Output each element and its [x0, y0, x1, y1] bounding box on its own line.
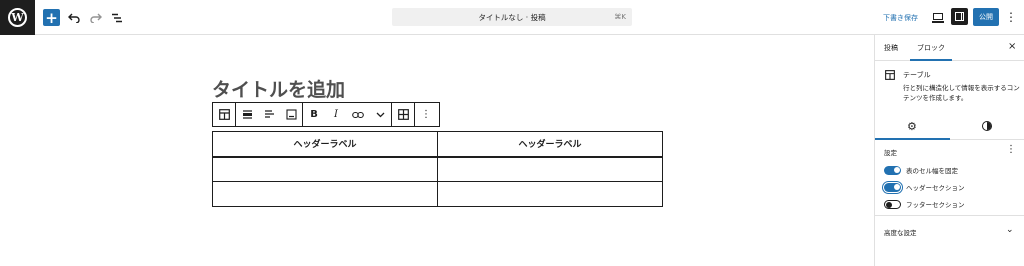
redo-icon — [90, 13, 102, 23]
data-table: ヘッダーラベル ヘッダーラベル — [212, 131, 663, 207]
block-inserter-button[interactable]: + — [43, 8, 60, 27]
vertical-ellipsis-icon: ⋮ — [421, 109, 431, 120]
link-icon — [352, 111, 364, 118]
block-card-description: 行と列に構造化して情報を表示するコンテンツを作成します。 — [903, 84, 1020, 102]
document-title: タイトルなし · 投稿 — [478, 12, 546, 22]
header-section-toggle[interactable] — [884, 182, 901, 192]
active-tab-indicator — [910, 59, 952, 61]
table-cell[interactable] — [212, 156, 438, 182]
undo-button[interactable] — [65, 9, 83, 27]
italic-button[interactable]: I — [325, 103, 347, 126]
inspector-tabs: ⚙ — [875, 115, 1024, 140]
close-icon: × — [1008, 41, 1017, 52]
block-toolbar: B I ⋮ — [212, 102, 440, 127]
chevron-down-icon: ⌄ — [1006, 225, 1014, 235]
editor-header: W + タイトルなし · 投稿 ⌘K 下書き保存 公開 ⋮ — [0, 0, 1024, 35]
bold-button[interactable]: B — [303, 103, 325, 126]
settings-sidebar: 投稿 ブロック × テーブル 行と列に構造化して情報を表示するコンテンツを作成し… — [874, 35, 1024, 266]
column-alignment-button[interactable] — [258, 103, 280, 126]
toggle-label: フッターセクション — [906, 201, 965, 209]
formatting-group: B I — [303, 103, 392, 126]
settings-options-button[interactable]: ⋮ — [1006, 144, 1016, 155]
wordpress-logo-button[interactable]: W — [0, 0, 35, 35]
toggle-label: 表のセル幅を固定 — [906, 167, 958, 175]
settings-panel-heading: 設定 — [884, 149, 897, 157]
table-block[interactable]: ヘッダーラベル ヘッダーラベル — [212, 131, 663, 207]
table-header-row: ヘッダーラベル ヘッダーラベル — [212, 131, 663, 158]
table-header-cell[interactable]: ヘッダーラベル — [437, 131, 663, 158]
wordpress-logo-icon: W — [8, 8, 27, 27]
block-card-title: テーブル — [903, 71, 931, 79]
footer-section-toggle[interactable] — [884, 199, 901, 209]
block-options-button[interactable]: ⋮ — [415, 103, 437, 126]
settings-sidebar-toggle[interactable] — [951, 8, 968, 25]
footer-section-toggle-row: フッターセクション — [884, 199, 965, 209]
block-type-button[interactable] — [213, 103, 235, 126]
undo-icon — [68, 13, 80, 23]
edit-table-button[interactable] — [392, 103, 414, 126]
command-palette-bar[interactable]: タイトルなし · 投稿 ⌘K — [392, 8, 632, 26]
edit-table-icon — [397, 109, 409, 120]
command-shortcut: ⌘K — [614, 13, 626, 21]
tab-post[interactable]: 投稿 — [884, 43, 898, 53]
caption-button[interactable] — [280, 103, 302, 126]
table-cell[interactable] — [437, 156, 663, 182]
header-section-toggle-row: ヘッダーセクション — [884, 182, 965, 192]
align-button[interactable] — [236, 103, 258, 126]
fixed-width-toggle-row: 表のセル幅を固定 — [884, 165, 958, 175]
close-sidebar-button[interactable]: × — [1008, 41, 1016, 52]
table-icon — [885, 70, 895, 80]
preview-device-button[interactable] — [931, 10, 945, 24]
post-title-input[interactable]: タイトルを追加 — [212, 75, 345, 102]
link-button[interactable] — [347, 103, 369, 126]
options-menu-button[interactable]: ⋮ — [1005, 9, 1017, 25]
tab-block[interactable]: ブロック — [917, 43, 945, 53]
bold-icon: B — [310, 109, 318, 120]
align-icon — [242, 110, 252, 119]
justify-icon — [264, 110, 274, 118]
table-row — [212, 156, 663, 182]
table-cell[interactable] — [212, 181, 438, 207]
document-overview-button[interactable] — [108, 9, 126, 27]
caption-icon — [285, 109, 297, 120]
tab-styles[interactable] — [982, 121, 992, 131]
more-rich-text-button[interactable] — [369, 103, 391, 126]
plus-icon: + — [45, 8, 58, 27]
table-header-cell[interactable]: ヘッダーラベル — [212, 131, 438, 158]
italic-icon: I — [334, 109, 338, 120]
publish-button[interactable]: 公開 — [973, 8, 999, 26]
options-group: ⋮ — [415, 103, 437, 126]
block-type-group — [213, 103, 236, 126]
sidebar-icon — [955, 12, 964, 21]
vertical-ellipsis-icon: ⋮ — [1005, 10, 1017, 24]
tab-settings[interactable]: ⚙ — [907, 120, 917, 133]
gear-icon: ⚙ — [907, 120, 917, 133]
advanced-panel-toggle[interactable]: 高度な設定 ⌄ — [875, 215, 1024, 243]
chevron-down-icon — [376, 112, 384, 117]
sidebar-tabs: 投稿 ブロック × — [875, 35, 1024, 61]
fixed-width-toggle[interactable] — [884, 165, 901, 175]
list-view-icon — [112, 13, 122, 23]
table-icon — [218, 109, 230, 120]
redo-button[interactable] — [87, 9, 105, 27]
advanced-panel-label: 高度な設定 — [884, 229, 917, 237]
toggle-label: ヘッダーセクション — [906, 184, 965, 192]
table-row — [212, 181, 663, 207]
active-tab-indicator — [875, 138, 950, 140]
save-draft-button[interactable]: 下書き保存 — [883, 13, 918, 23]
vertical-ellipsis-icon: ⋮ — [1006, 144, 1016, 155]
table-cell[interactable] — [437, 181, 663, 207]
edit-table-group — [392, 103, 415, 126]
alignment-group — [236, 103, 303, 126]
